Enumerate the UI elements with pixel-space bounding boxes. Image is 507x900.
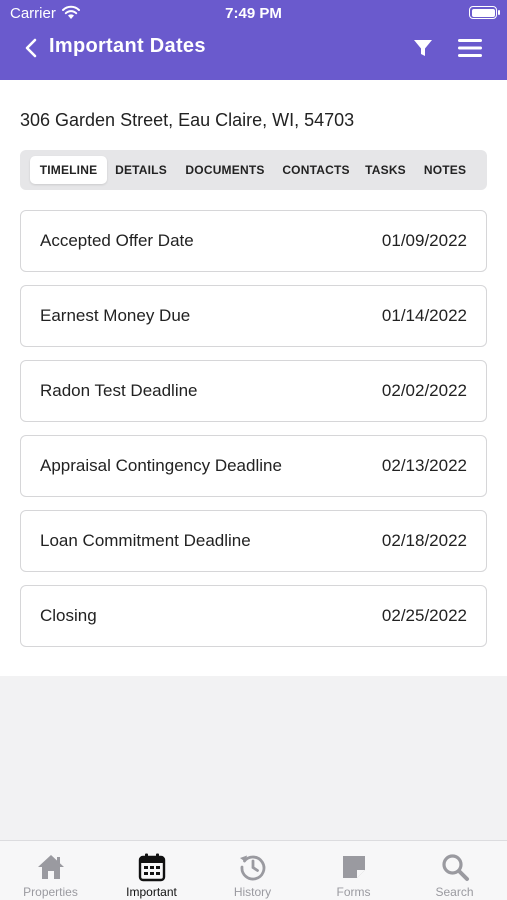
tab-documents[interactable]: DOCUMENTS bbox=[178, 156, 272, 184]
home-icon bbox=[38, 855, 64, 879]
page-title: Important Dates bbox=[49, 35, 206, 57]
timeline-item[interactable]: Accepted Offer Date 01/09/2022 bbox=[20, 210, 487, 272]
tab-contacts[interactable]: CONTACTS bbox=[276, 156, 356, 184]
timeline-item-label: Accepted Offer Date bbox=[40, 231, 194, 250]
tabbar-item-forms[interactable]: Forms bbox=[303, 841, 404, 900]
tab-timeline[interactable]: TIMELINE bbox=[30, 156, 107, 184]
main-content: 306 Garden Street, Eau Claire, WI, 54703… bbox=[0, 80, 507, 676]
timeline-item[interactable]: Appraisal Contingency Deadline 02/13/202… bbox=[20, 435, 487, 497]
calendar-icon bbox=[138, 853, 166, 882]
timeline-item-label: Appraisal Contingency Deadline bbox=[40, 456, 282, 475]
back-chevron-icon[interactable] bbox=[20, 36, 44, 60]
timeline-item[interactable]: Earnest Money Due 01/14/2022 bbox=[20, 285, 487, 347]
timeline-item-label: Closing bbox=[40, 606, 97, 625]
tabbar-item-history[interactable]: History bbox=[202, 841, 303, 900]
timeline-item[interactable]: Loan Commitment Deadline 02/18/2022 bbox=[20, 510, 487, 572]
tabbar-label: Important bbox=[126, 885, 177, 899]
timeline-item-date: 02/13/2022 bbox=[381, 456, 467, 475]
clock: 7:49 PM bbox=[225, 5, 282, 22]
form-icon bbox=[343, 856, 365, 878]
timeline-item-date: 02/18/2022 bbox=[381, 531, 467, 550]
timeline-item-label: Loan Commitment Deadline bbox=[40, 531, 251, 550]
timeline-item-date: 01/14/2022 bbox=[381, 306, 467, 325]
tabbar-label: History bbox=[233, 885, 272, 899]
tabbar-label: Search bbox=[435, 885, 474, 899]
tabbar-label: Properties bbox=[23, 885, 78, 899]
status-bar: Carrier 7:49 PM bbox=[0, 0, 507, 28]
tabbar-label: Forms bbox=[336, 885, 371, 899]
tab-details[interactable]: DETAILS bbox=[111, 156, 171, 184]
timeline-item[interactable]: Radon Test Deadline 02/02/2022 bbox=[20, 360, 487, 422]
tabbar-item-important[interactable]: Important bbox=[101, 841, 202, 900]
tabbar-item-search[interactable]: Search bbox=[404, 841, 505, 900]
timeline-item-label: Earnest Money Due bbox=[40, 306, 191, 325]
property-address: 306 Garden Street, Eau Claire, WI, 54703 bbox=[20, 110, 355, 130]
timeline-item-date: 02/25/2022 bbox=[381, 606, 467, 625]
tabbar-item-properties[interactable]: Properties bbox=[0, 841, 101, 900]
timeline-item-label: Radon Test Deadline bbox=[40, 381, 198, 400]
header-bar: Carrier 7:49 PM Important Dates bbox=[0, 0, 507, 80]
hamburger-menu-icon[interactable] bbox=[456, 36, 484, 60]
tab-notes[interactable]: NOTES bbox=[418, 156, 472, 184]
filter-icon[interactable] bbox=[412, 37, 434, 59]
timeline-item-date: 02/02/2022 bbox=[381, 381, 467, 400]
segment-tabs: TIMELINE DETAILS DOCUMENTS CONTACTS TASK… bbox=[20, 150, 487, 190]
bottom-tab-bar: Properties Important History Forms Searc… bbox=[0, 840, 507, 900]
nav-bar: Important Dates bbox=[0, 28, 507, 80]
search-icon bbox=[442, 854, 469, 881]
timeline-item-date: 01/09/2022 bbox=[381, 231, 467, 250]
history-icon bbox=[240, 855, 266, 881]
tab-tasks[interactable]: TASKS bbox=[361, 156, 410, 184]
battery-icon bbox=[469, 6, 500, 19]
timeline-item[interactable]: Closing 02/25/2022 bbox=[20, 585, 487, 647]
